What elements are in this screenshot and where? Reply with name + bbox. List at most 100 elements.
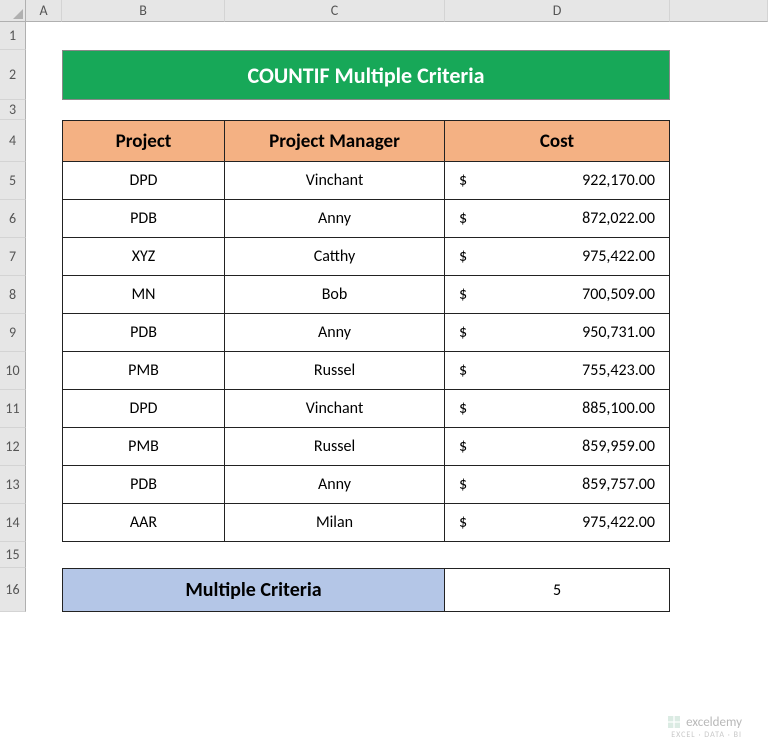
- row-header-13[interactable]: 13: [0, 466, 26, 504]
- cell-r15-0[interactable]: [26, 542, 62, 568]
- col-header-C[interactable]: C: [225, 0, 445, 22]
- row-header-10[interactable]: 10: [0, 352, 26, 390]
- title-banner: COUNTIF Multiple Criteria: [62, 50, 670, 100]
- cell-E9[interactable]: [670, 314, 768, 352]
- cell-E8[interactable]: [670, 276, 768, 314]
- row-header-1[interactable]: 1: [0, 22, 26, 50]
- cell-project[interactable]: DPD: [62, 162, 225, 200]
- cell-E4[interactable]: [670, 120, 768, 162]
- select-all-corner[interactable]: [0, 0, 26, 22]
- row-header-16[interactable]: 16: [0, 568, 26, 612]
- cell-r15-4[interactable]: [670, 542, 768, 568]
- cost-value: 872,022.00: [582, 209, 655, 228]
- cell-A9[interactable]: [26, 314, 62, 352]
- cell-cost[interactable]: $975,422.00: [445, 504, 670, 542]
- cell-A13[interactable]: [26, 466, 62, 504]
- cell-D3[interactable]: [445, 100, 670, 120]
- cell-E6[interactable]: [670, 200, 768, 238]
- cell-project[interactable]: XYZ: [62, 238, 225, 276]
- cell-r15-3[interactable]: [445, 542, 670, 568]
- watermark-sub: EXCEL · DATA · BI: [671, 730, 742, 740]
- cell-project[interactable]: DPD: [62, 390, 225, 428]
- cell-project[interactable]: AAR: [62, 504, 225, 542]
- cell-E7[interactable]: [670, 238, 768, 276]
- cell-project[interactable]: PMB: [62, 352, 225, 390]
- cell-E14[interactable]: [670, 504, 768, 542]
- cell-manager[interactable]: Milan: [225, 504, 445, 542]
- cell-A4[interactable]: [26, 120, 62, 162]
- currency-symbol: $: [459, 475, 467, 494]
- cell-project[interactable]: PDB: [62, 200, 225, 238]
- cell-cost[interactable]: $859,757.00: [445, 466, 670, 504]
- cell-A1[interactable]: [26, 22, 62, 50]
- cell-cost[interactable]: $885,100.00: [445, 390, 670, 428]
- row-header-4[interactable]: 4: [0, 120, 26, 162]
- cell-manager[interactable]: Anny: [225, 466, 445, 504]
- row-header-2[interactable]: 2: [0, 50, 26, 100]
- cell-A7[interactable]: [26, 238, 62, 276]
- cell-manager[interactable]: Catthy: [225, 238, 445, 276]
- cell-r15-1[interactable]: [62, 542, 225, 568]
- col-header-extra[interactable]: [670, 0, 768, 22]
- cell-manager[interactable]: Russel: [225, 428, 445, 466]
- cell-cost[interactable]: $922,170.00: [445, 162, 670, 200]
- cell-cost[interactable]: $975,422.00: [445, 238, 670, 276]
- cell-project[interactable]: PMB: [62, 428, 225, 466]
- row-header-12[interactable]: 12: [0, 428, 26, 466]
- cell-A10[interactable]: [26, 352, 62, 390]
- row-header-3[interactable]: 3: [0, 100, 26, 120]
- cell-A5[interactable]: [26, 162, 62, 200]
- cell-A6[interactable]: [26, 200, 62, 238]
- cell-project[interactable]: PDB: [62, 466, 225, 504]
- col-header-B[interactable]: B: [62, 0, 225, 22]
- cell-E11[interactable]: [670, 390, 768, 428]
- cell-A2[interactable]: [26, 50, 62, 100]
- cell-A8[interactable]: [26, 276, 62, 314]
- cell-project[interactable]: MN: [62, 276, 225, 314]
- row-header-5[interactable]: 5: [0, 162, 26, 200]
- cell-B3[interactable]: [62, 100, 225, 120]
- row-header-9[interactable]: 9: [0, 314, 26, 352]
- cell-A14[interactable]: [26, 504, 62, 542]
- cell-cost[interactable]: $755,423.00: [445, 352, 670, 390]
- cell-E12[interactable]: [670, 428, 768, 466]
- row-header-14[interactable]: 14: [0, 504, 26, 542]
- cell-C1[interactable]: [225, 22, 445, 50]
- cost-value: 859,959.00: [582, 437, 655, 456]
- col-header-D[interactable]: D: [445, 0, 670, 22]
- cell-cost[interactable]: $950,731.00: [445, 314, 670, 352]
- cell-manager[interactable]: Russel: [225, 352, 445, 390]
- cell-E10[interactable]: [670, 352, 768, 390]
- cell-cost[interactable]: $872,022.00: [445, 200, 670, 238]
- row-header-6[interactable]: 6: [0, 200, 26, 238]
- cell-manager[interactable]: Bob: [225, 276, 445, 314]
- cell-manager[interactable]: Anny: [225, 200, 445, 238]
- cell-E1[interactable]: [670, 22, 768, 50]
- cell-A16[interactable]: [26, 568, 62, 612]
- cell-E3[interactable]: [670, 100, 768, 120]
- row-header-11[interactable]: 11: [0, 390, 26, 428]
- cell-manager[interactable]: Anny: [225, 314, 445, 352]
- result-value[interactable]: 5: [445, 568, 670, 612]
- cell-A12[interactable]: [26, 428, 62, 466]
- row-header-7[interactable]: 7: [0, 238, 26, 276]
- cell-E13[interactable]: [670, 466, 768, 504]
- cell-E16[interactable]: [670, 568, 768, 612]
- cell-manager[interactable]: Vinchant: [225, 162, 445, 200]
- row-header-15[interactable]: 15: [0, 542, 26, 568]
- cell-E2[interactable]: [670, 50, 768, 100]
- cell-cost[interactable]: $700,509.00: [445, 276, 670, 314]
- cell-r15-2[interactable]: [225, 542, 445, 568]
- cell-B1[interactable]: [62, 22, 225, 50]
- cell-E5[interactable]: [670, 162, 768, 200]
- cell-project[interactable]: PDB: [62, 314, 225, 352]
- cell-A11[interactable]: [26, 390, 62, 428]
- row-header-8[interactable]: 8: [0, 276, 26, 314]
- cell-manager[interactable]: Vinchant: [225, 390, 445, 428]
- cell-cost[interactable]: $859,959.00: [445, 428, 670, 466]
- cell-A3[interactable]: [26, 100, 62, 120]
- cell-D1[interactable]: [445, 22, 670, 50]
- col-header-A[interactable]: A: [26, 0, 62, 22]
- cell-C3[interactable]: [225, 100, 445, 120]
- currency-symbol: $: [459, 361, 467, 380]
